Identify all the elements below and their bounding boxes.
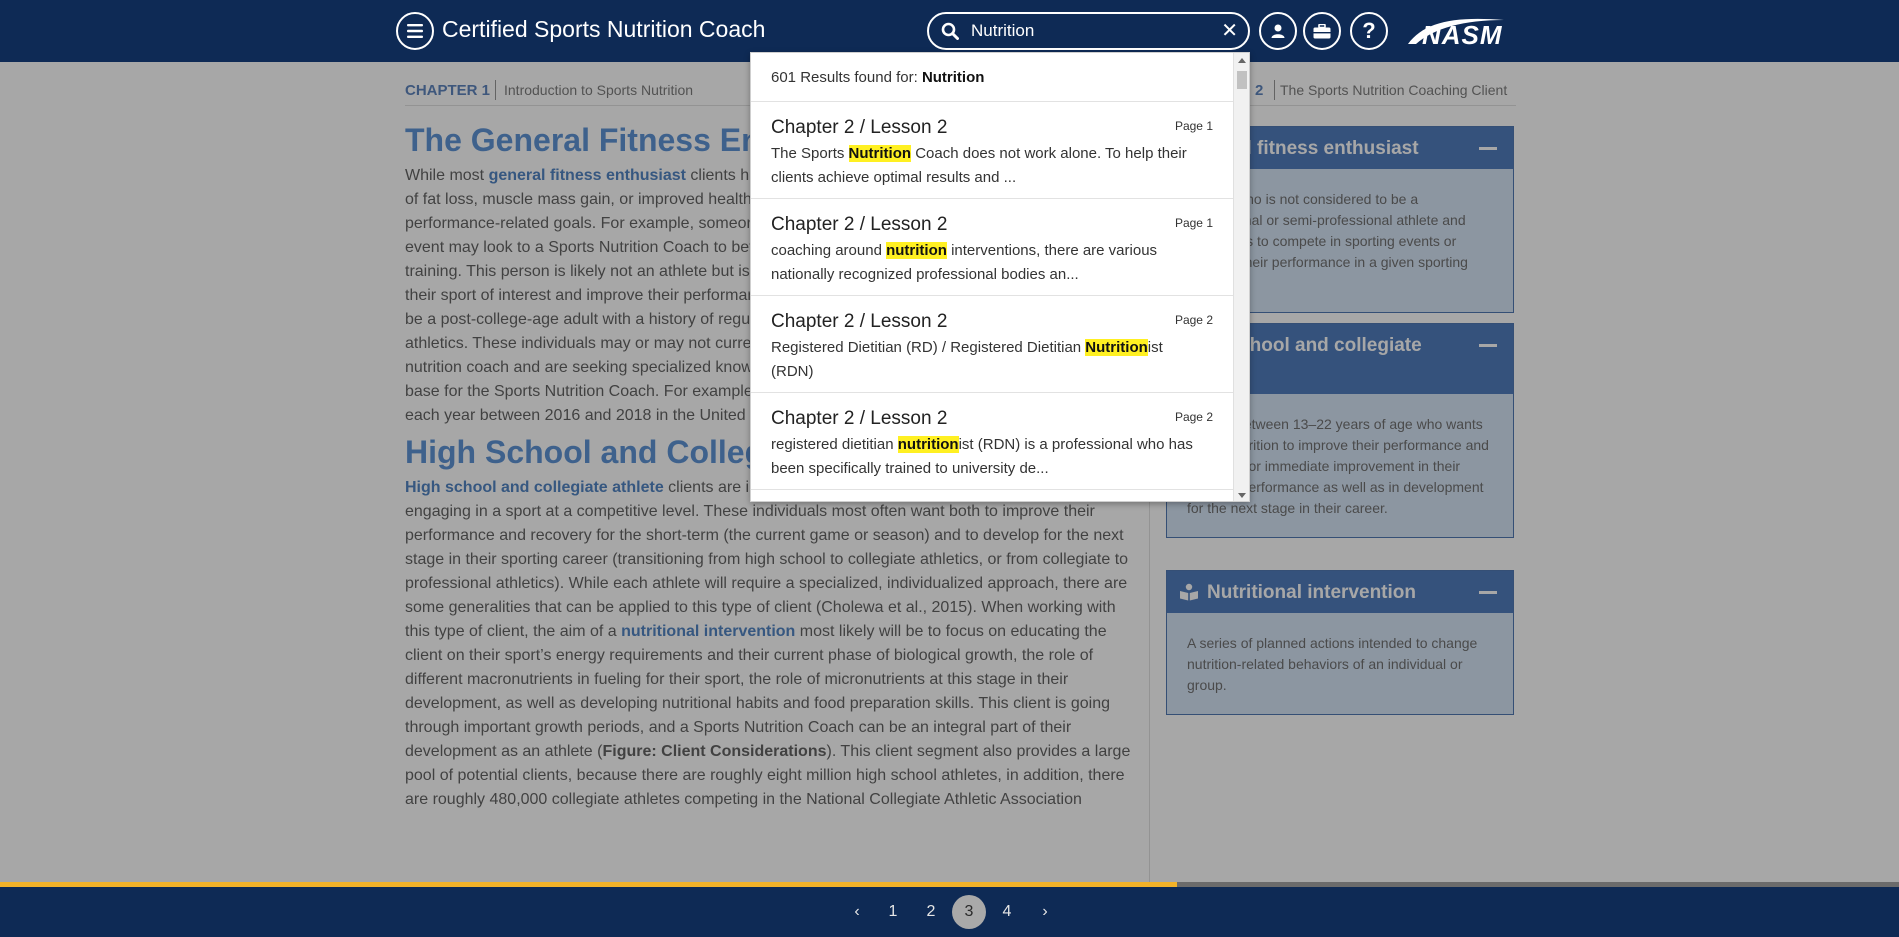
snippet-text: registered dietitian [771,436,898,453]
help-button[interactable]: ? [1350,12,1388,50]
search-results-dropdown: 601 Results found for: Nutrition Chapter… [750,52,1250,502]
page-4-button[interactable]: 4 [990,895,1024,929]
scroll-up-icon[interactable] [1238,58,1246,63]
search-input[interactable] [971,20,1201,42]
scroll-down-icon[interactable] [1238,493,1246,498]
prev-page-button[interactable]: ‹ [840,895,874,929]
result-title: Chapter 2 / Lesson 2 [771,408,948,429]
page-2-button[interactable]: 2 [914,895,948,929]
snippet-text: The Sports [771,145,849,162]
result-title: Chapter 2 / Lesson 2 [771,311,948,332]
user-icon [1271,24,1285,38]
result-page: Page 1 [1174,119,1213,133]
snippet-text: Registered Dietitian (RD) / Registered D… [771,339,1086,356]
page-3-button[interactable]: 3 [952,895,986,929]
result-page: Page 1 [1174,216,1213,230]
results-scrollbar[interactable] [1233,53,1249,501]
result-page: Page 2 [1174,313,1213,327]
snippet-text: coaching around [771,242,887,259]
page-1-button[interactable]: 1 [876,895,910,929]
search-icon [941,22,959,45]
result-snippet: registered dietitian nutritionist (RDN) … [771,433,1201,481]
search-result-item[interactable]: Chapter 2 / Lesson 2 Page 2 registered d… [751,393,1235,490]
snippet-highlight: nutrition [897,436,959,453]
result-title: Chapter 2 / Lesson 2 [771,214,948,235]
hamburger-icon [407,24,423,38]
result-snippet: coaching around nutrition interventions,… [771,239,1201,287]
snippet-highlight: Nutrition [848,145,912,162]
profile-button[interactable] [1259,12,1297,50]
result-page: Page 2 [1174,410,1213,424]
toolkit-button[interactable] [1303,12,1341,50]
result-snippet: The Sports Nutrition Coach does not work… [771,142,1201,190]
result-title: Chapter 2 / Lesson 2 [771,117,948,138]
app-title: Certified Sports Nutrition Coach [442,16,766,42]
snippet-highlight: nutrition [886,242,947,259]
results-count: 601 Results found for: Nutrition [771,69,984,86]
results-count-text: 601 Results found for: [771,69,922,86]
next-page-button[interactable]: › [1028,895,1062,929]
result-snippet: Registered Dietitian (RD) / Registered D… [771,336,1201,384]
briefcase-icon [1313,23,1331,38]
clear-search-icon[interactable]: ✕ [1221,21,1238,41]
bottom-bar: ‹ 1 2 3 4 › [0,887,1899,937]
menu-button[interactable] [396,12,434,50]
nasm-logo: NASM [1422,20,1503,50]
snippet-highlight: Nutrition [1085,339,1148,356]
search-result-item[interactable]: Chapter 2 / Lesson 2 Page 2 Registered D… [751,296,1235,393]
question-icon: ? [1362,18,1376,43]
search-result-item[interactable]: Chapter 2 / Lesson 2 Page 1 The Sports N… [751,102,1235,199]
pagination: ‹ 1 2 3 4 › [840,895,1060,929]
search-result-item[interactable]: Chapter 2 / Lesson 2 Page 1 coaching aro… [751,199,1235,296]
scroll-thumb[interactable] [1237,71,1247,89]
results-query: Nutrition [921,69,985,86]
search-box[interactable]: ✕ [927,12,1250,50]
